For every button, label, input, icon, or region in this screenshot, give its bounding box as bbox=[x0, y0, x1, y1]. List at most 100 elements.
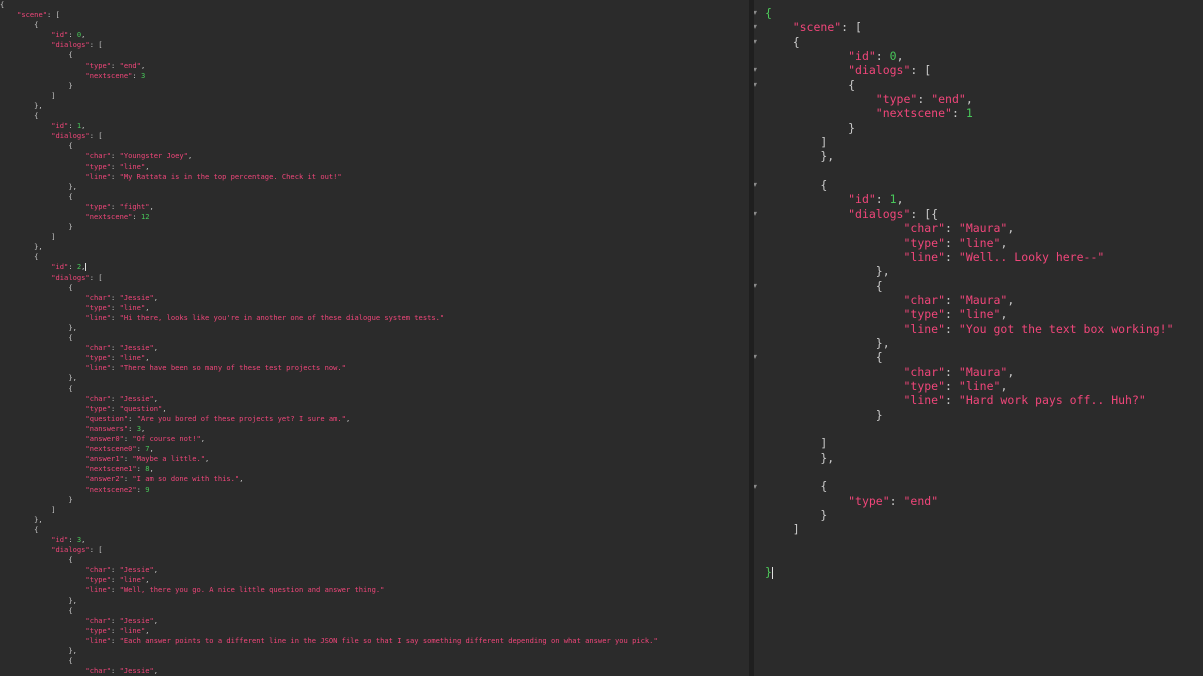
right-code-editor[interactable]: ▾ ▾ ▾ ▾ ▾ ▾ ▾ ▾ ▾ ▾ { "scene": [ { "id": 0, "dial… bbox=[754, 0, 1203, 676]
code-line[interactable]: "id": 0, bbox=[765, 49, 1174, 63]
code-line[interactable]: { bbox=[0, 555, 658, 565]
fold-arrow-icon[interactable]: ▾ bbox=[754, 279, 757, 293]
code-line[interactable]: }, bbox=[0, 242, 658, 252]
code-line[interactable]: }, bbox=[0, 101, 658, 111]
code-line[interactable]: "type": "end" bbox=[765, 494, 1174, 508]
code-line[interactable]: { bbox=[0, 606, 658, 616]
code-line[interactable]: }, bbox=[0, 323, 658, 333]
code-line[interactable]: "type": "line", bbox=[0, 626, 658, 636]
code-line[interactable]: "nextscene1": 8, bbox=[0, 464, 658, 474]
fold-arrow-icon[interactable]: ▾ bbox=[754, 63, 757, 77]
code-line[interactable]: "dialogs": [ bbox=[0, 40, 658, 50]
left-code-editor[interactable]: { "scene": [ { "id": 0, "dialogs": [ { "… bbox=[0, 0, 749, 676]
code-line[interactable]: "id": 1, bbox=[765, 192, 1174, 206]
code-line[interactable]: "char": "Jessie", bbox=[0, 616, 658, 626]
code-line[interactable]: "nextscene0": 7, bbox=[0, 444, 658, 454]
code-line[interactable]: "dialogs": [ bbox=[0, 545, 658, 555]
code-line[interactable]: "type": "fight", bbox=[0, 202, 658, 212]
code-line[interactable]: } bbox=[0, 222, 658, 232]
code-line[interactable]: } bbox=[765, 121, 1174, 135]
code-line[interactable]: { bbox=[765, 279, 1174, 293]
code-line[interactable]: ] bbox=[0, 91, 658, 101]
code-line[interactable]: } bbox=[0, 495, 658, 505]
fold-arrow-icon[interactable]: ▾ bbox=[754, 207, 757, 221]
code-line[interactable]: "type": "line", bbox=[765, 379, 1174, 393]
code-line[interactable]: "type": "line", bbox=[0, 575, 658, 585]
code-line[interactable]: { bbox=[0, 141, 658, 151]
code-line[interactable]: { bbox=[0, 333, 658, 343]
code-line[interactable] bbox=[765, 465, 1174, 479]
fold-arrow-icon[interactable]: ▾ bbox=[754, 178, 757, 192]
code-line[interactable]: "type": "end", bbox=[0, 61, 658, 71]
code-line[interactable]: }, bbox=[0, 373, 658, 383]
code-line[interactable]: }, bbox=[0, 646, 658, 656]
code-line[interactable]: { bbox=[765, 78, 1174, 92]
code-line[interactable]: "question": "Are you bored of these proj… bbox=[0, 414, 658, 424]
code-line[interactable]: }, bbox=[765, 451, 1174, 465]
code-line[interactable] bbox=[765, 164, 1174, 178]
code-line[interactable]: "nextscene2": 9 bbox=[0, 485, 658, 495]
code-line[interactable]: "line": "Well.. Looky here--" bbox=[765, 250, 1174, 264]
code-line[interactable]: { bbox=[0, 384, 658, 394]
fold-arrow-icon[interactable]: ▾ bbox=[754, 480, 757, 494]
code-line[interactable]: { bbox=[0, 252, 658, 262]
code-line[interactable]: "dialogs": [ bbox=[0, 131, 658, 141]
code-line[interactable]: "nextscene": 1 bbox=[765, 106, 1174, 120]
code-line[interactable]: "type": "line", bbox=[765, 307, 1174, 321]
code-line[interactable]: { bbox=[0, 0, 658, 10]
code-line[interactable]: "char": "Jessie", bbox=[0, 565, 658, 575]
code-line[interactable]: "id": 1, bbox=[0, 121, 658, 131]
code-line[interactable]: "type": "line", bbox=[765, 236, 1174, 250]
code-line[interactable]: { bbox=[0, 525, 658, 535]
code-line[interactable]: } bbox=[0, 81, 658, 91]
fold-arrow-icon[interactable]: ▾ bbox=[754, 35, 757, 49]
code-line[interactable] bbox=[765, 422, 1174, 436]
code-line[interactable]: "nanswers": 3, bbox=[0, 424, 658, 434]
code-line[interactable] bbox=[765, 537, 1174, 551]
code-line[interactable]: "type": "question", bbox=[0, 404, 658, 414]
code-line[interactable]: ] bbox=[765, 135, 1174, 149]
code-line[interactable]: "dialogs": [ bbox=[765, 63, 1174, 77]
code-line[interactable]: "char": "Maura", bbox=[765, 221, 1174, 235]
fold-arrow-icon[interactable]: ▾ bbox=[754, 78, 757, 92]
code-line[interactable]: "id": 3, bbox=[0, 535, 658, 545]
code-line[interactable]: "line": "Hard work pays off.. Huh?" bbox=[765, 393, 1174, 407]
code-line[interactable]: ] bbox=[0, 232, 658, 242]
code-line[interactable]: "type": "line", bbox=[0, 303, 658, 313]
fold-arrow-icon[interactable]: ▾ bbox=[754, 350, 757, 364]
code-line[interactable]: "type": "end", bbox=[765, 92, 1174, 106]
code-line[interactable]: "line": "There have been so many of thes… bbox=[0, 363, 658, 373]
code-line[interactable] bbox=[765, 551, 1174, 565]
code-line[interactable]: "char": "Jessie", bbox=[0, 394, 658, 404]
fold-arrow-icon[interactable]: ▾ bbox=[754, 6, 757, 20]
left-code-area[interactable]: { "scene": [ { "id": 0, "dialogs": [ { "… bbox=[0, 0, 658, 676]
code-line[interactable]: "char": "Jessie", bbox=[0, 343, 658, 353]
code-line[interactable]: "type": "line", bbox=[0, 353, 658, 363]
code-line[interactable]: { bbox=[0, 50, 658, 60]
code-line[interactable]: "nextscene": 12 bbox=[0, 212, 658, 222]
code-line[interactable]: { bbox=[765, 35, 1174, 49]
code-line[interactable]: }, bbox=[0, 182, 658, 192]
code-line[interactable]: { bbox=[765, 6, 1174, 20]
code-line[interactable]: }, bbox=[765, 336, 1174, 350]
code-line[interactable]: { bbox=[765, 178, 1174, 192]
code-line[interactable]: "char": "Maura", bbox=[765, 365, 1174, 379]
code-line[interactable]: "line": "Well, there you go. A nice litt… bbox=[0, 585, 658, 595]
code-line[interactable]: "scene": [ bbox=[0, 10, 658, 20]
code-line[interactable]: ] bbox=[0, 505, 658, 515]
code-line[interactable]: { bbox=[765, 479, 1174, 493]
code-line[interactable]: "line": "You got the text box working!" bbox=[765, 322, 1173, 336]
code-line[interactable]: } bbox=[765, 565, 1174, 579]
code-line[interactable]: "nextscene": 3 bbox=[0, 71, 658, 81]
code-line[interactable]: ] bbox=[765, 522, 1174, 536]
code-line[interactable]: "answer0": "Of course not!", bbox=[0, 434, 658, 444]
code-line[interactable]: "char": "Youngster Joey", bbox=[0, 151, 658, 161]
code-line[interactable]: { bbox=[0, 20, 658, 30]
code-line[interactable]: "type": "line", bbox=[0, 162, 658, 172]
code-line[interactable]: ] bbox=[765, 436, 1174, 450]
code-line[interactable]: "char": "Maura", bbox=[765, 293, 1174, 307]
code-line[interactable]: }, bbox=[0, 596, 658, 606]
code-line[interactable]: "answer1": "Maybe a little.", bbox=[0, 454, 658, 464]
code-line[interactable]: { bbox=[0, 111, 658, 121]
code-line[interactable]: "line": "My Rattata is in the top percen… bbox=[0, 172, 658, 182]
